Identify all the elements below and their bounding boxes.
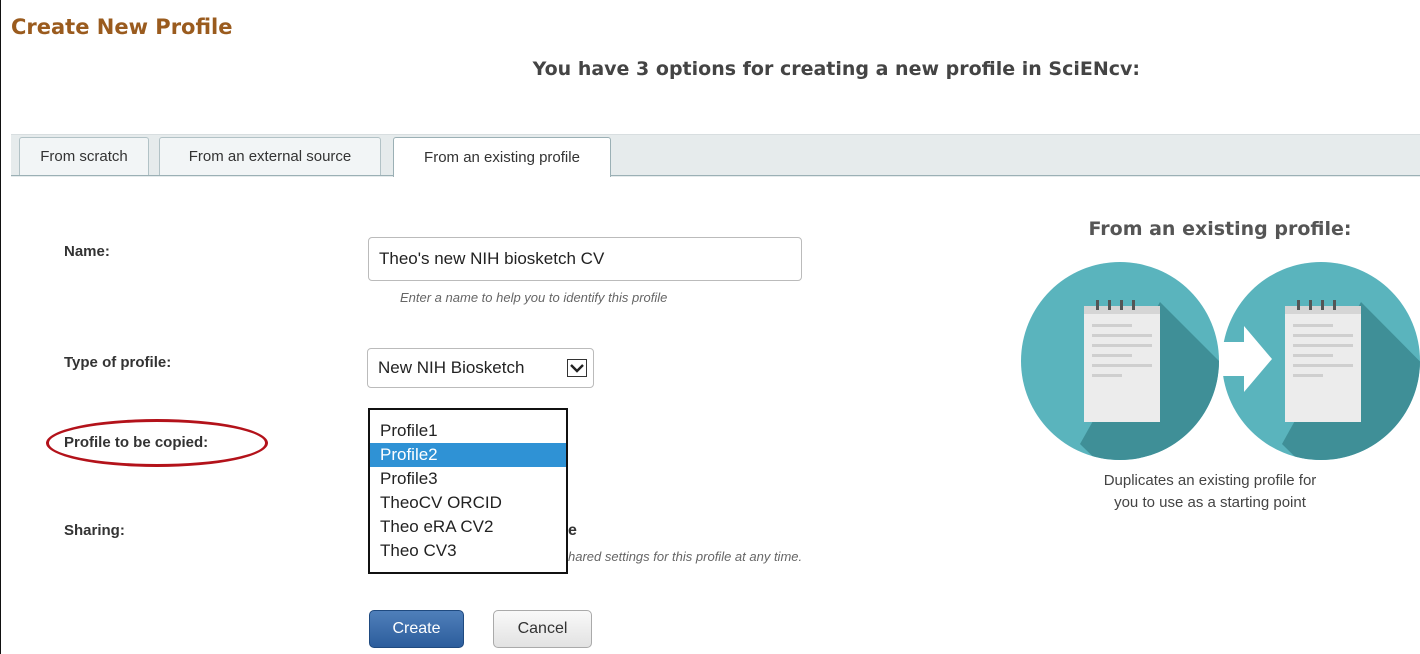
- cancel-button[interactable]: Cancel: [493, 610, 592, 648]
- sharing-label: Sharing:: [64, 522, 125, 539]
- caption-line-2: you to use as a starting point: [1114, 494, 1306, 511]
- profile-copy-illustration: [1021, 262, 1420, 460]
- dropdown-option-profile2[interactable]: Profile2: [370, 443, 566, 467]
- dropdown-option-profile1[interactable]: Profile1: [370, 419, 566, 443]
- dropdown-option-profile3[interactable]: Profile3: [370, 467, 566, 491]
- name-hint: Enter a name to help you to identify thi…: [400, 290, 668, 305]
- dropdown-option-theocv-orcid[interactable]: TheoCV ORCID: [370, 491, 566, 515]
- profile-type-value: New NIH Biosketch: [378, 358, 525, 377]
- create-button[interactable]: Create: [369, 610, 464, 648]
- illustration-title: From an existing profile:: [1088, 218, 1352, 240]
- highlight-ellipse: [46, 419, 268, 467]
- sharing-option-fragment: e: [568, 522, 577, 539]
- dropdown-option-theo-era-cv2[interactable]: Theo eRA CV2: [370, 515, 566, 539]
- page-title: Create New Profile: [11, 15, 233, 39]
- type-of-profile-label: Type of profile:: [64, 354, 172, 371]
- chevron-down-icon[interactable]: [567, 359, 587, 377]
- profile-name-input[interactable]: [368, 237, 802, 281]
- tab-from-scratch[interactable]: From scratch: [19, 137, 149, 175]
- name-label: Name:: [64, 243, 110, 260]
- page-subtitle: You have 3 options for creating a new pr…: [532, 58, 1140, 80]
- dropdown-option-theo-cv3[interactable]: Theo CV3: [370, 539, 566, 563]
- profile-type-select[interactable]: New NIH Biosketch: [367, 348, 594, 388]
- profile-copy-dropdown[interactable]: Profile1 Profile2 Profile3 TheoCV ORCID …: [368, 408, 568, 574]
- sharing-hint: hared settings for this profile at any t…: [568, 549, 803, 564]
- caption-line-1: Duplicates an existing profile for: [1103, 472, 1317, 489]
- tab-from-existing-profile[interactable]: From an existing profile: [393, 137, 611, 177]
- tab-from-external-source[interactable]: From an external source: [159, 137, 381, 175]
- illustration-caption: Duplicates an existing profile for you t…: [1040, 470, 1380, 514]
- tabs-divider: [11, 175, 1420, 176]
